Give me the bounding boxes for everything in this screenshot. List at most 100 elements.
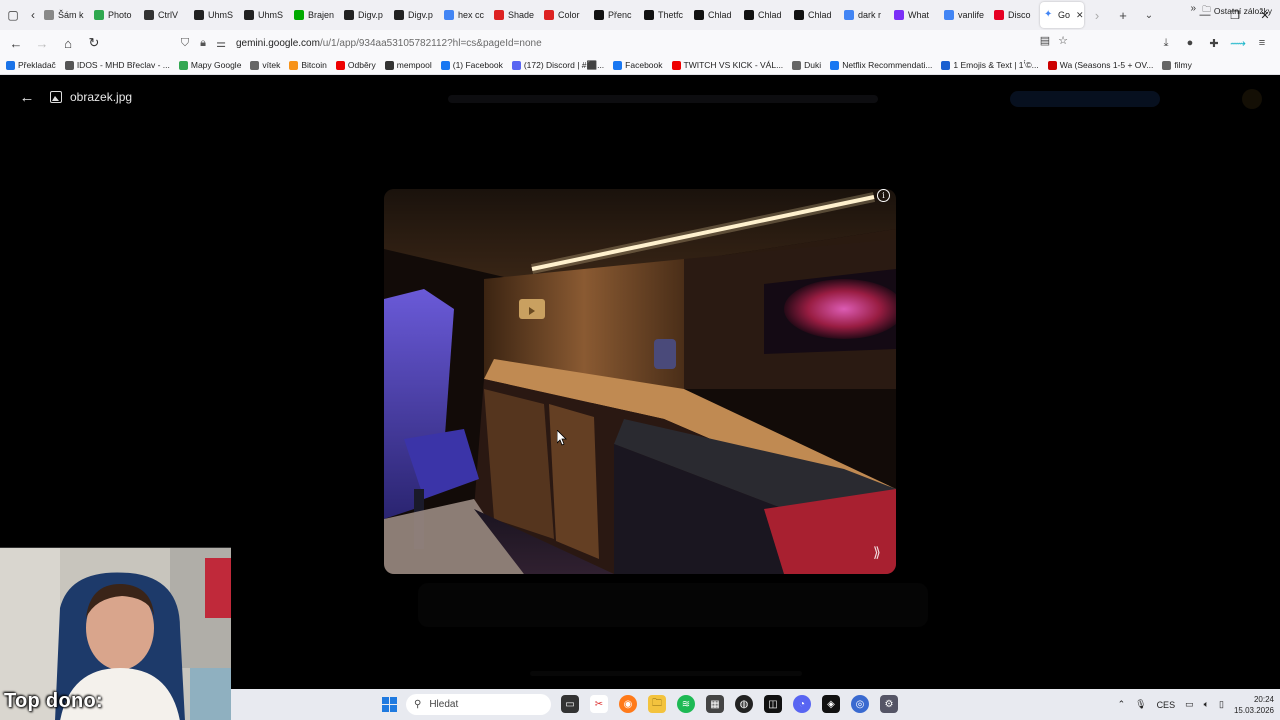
browser-tab[interactable]: Šám k	[40, 2, 90, 28]
snipping-tool-icon[interactable]: ✂	[590, 695, 608, 713]
battery-icon[interactable]: ▯	[1219, 699, 1224, 710]
tab-list-icon[interactable]: ▢	[0, 0, 26, 30]
capcut-icon[interactable]: ◫	[764, 695, 782, 713]
reload-button[interactable]: ↻	[82, 31, 106, 55]
generated-image[interactable]	[384, 189, 896, 574]
browser-tab[interactable]: Brajen	[290, 2, 340, 28]
browser-tab[interactable]: hex cc	[440, 2, 490, 28]
tab-favicon-icon	[844, 10, 854, 20]
browser-tab[interactable]: Disco	[990, 2, 1040, 28]
browser-tab[interactable]: Photo	[90, 2, 140, 28]
bookmark-label: Bitcoin	[301, 60, 327, 70]
tab-label: Šám k	[58, 10, 84, 20]
other-bookmarks-folder[interactable]: 🗀 Ostatní záložky	[1202, 4, 1272, 18]
browser-tab[interactable]: Přenc	[590, 2, 640, 28]
tab-label: Brajen	[308, 10, 335, 20]
tab-label: hex cc	[458, 10, 485, 20]
discord-icon[interactable]: ◔	[793, 695, 811, 713]
tab-list: Šám k Photo CtrlV UhmS UhmS Brajen Digv.p Digv.…	[40, 0, 1040, 30]
bookmark-favicon-icon	[178, 60, 188, 70]
bookmark-item[interactable]: Překladač	[6, 60, 56, 70]
navigation-bar: ← → ⌂ ↻ ⛉ 🔒︎ ⚌ gemini.google.com/u/1/app…	[0, 30, 1280, 56]
url-text[interactable]: gemini.google.com/u/1/app/934aa531057821…	[236, 38, 542, 49]
tab-label: vanlife	[958, 10, 985, 20]
bookmark-item[interactable]: mempool	[384, 60, 432, 70]
lock-icon[interactable]: 🔒︎	[194, 37, 212, 50]
windows-start-icon[interactable]	[382, 697, 397, 712]
bookmarks-overflow-icon[interactable]: »	[1190, 3, 1196, 14]
bookmark-label: (1) Facebook	[452, 60, 503, 70]
scroll-tabs-left-icon[interactable]: ‹	[26, 0, 40, 30]
bookmark-star-icon[interactable]: ☆	[1058, 34, 1068, 47]
browser-tab[interactable]: CtrlV	[140, 2, 190, 28]
taskbar-clock[interactable]: 20:24 15.03.2026	[1234, 694, 1274, 716]
search-icon: ⚲	[414, 699, 422, 710]
home-button[interactable]: ⌂	[56, 31, 80, 55]
forward-button[interactable]: →	[30, 31, 54, 55]
bookmark-item[interactable]: Wa (Seasons 1-5 + OV...	[1047, 60, 1153, 70]
bookmark-item[interactable]: vítek	[250, 60, 280, 70]
account-icon[interactable]: ●	[1178, 32, 1202, 54]
extension-icon[interactable]: ⟿	[1226, 32, 1250, 54]
extensions-icon[interactable]: ✚	[1202, 32, 1226, 54]
calculator-icon[interactable]: ▦	[706, 695, 724, 713]
new-tab-button[interactable]: +	[1110, 0, 1136, 30]
tab-active-gemini[interactable]: ✦ Go ✕	[1040, 2, 1084, 28]
browser-tab[interactable]: Thetfc	[640, 2, 690, 28]
browser-tab[interactable]: UhmS	[240, 2, 290, 28]
info-icon[interactable]: i	[877, 189, 890, 202]
bookmark-item[interactable]: Duki	[792, 60, 821, 70]
menu-icon[interactable]: ≡	[1250, 32, 1274, 54]
address-bar[interactable]: ⛉ 🔒︎ ⚌ gemini.google.com/u/1/app/934aa53…	[176, 32, 1076, 54]
spotify-icon[interactable]: ≋	[677, 695, 695, 713]
browser-tab[interactable]: Shade	[490, 2, 540, 28]
bookmark-item[interactable]: (1) Facebook	[440, 60, 503, 70]
browser-tab[interactable]: Digv.p	[390, 2, 440, 28]
scroll-tabs-right-icon[interactable]: ›	[1084, 0, 1110, 30]
bookmark-item[interactable]: Odběry	[335, 60, 376, 70]
reader-view-icon[interactable]: ▤	[1040, 34, 1050, 47]
settings-icon[interactable]: ⚙	[880, 695, 898, 713]
bookmark-item[interactable]: Mapy Google	[178, 60, 241, 70]
dimmed-disclaimer	[530, 671, 802, 676]
shield-icon[interactable]: ⛉	[176, 37, 194, 50]
vpn-icon[interactable]: ◎	[851, 695, 869, 713]
bookmark-favicon-icon	[830, 60, 840, 70]
bookmark-item[interactable]: Bitcoin	[289, 60, 327, 70]
browser-tab[interactable]: Color	[540, 2, 590, 28]
browser-tab[interactable]: Chlad	[740, 2, 790, 28]
bookmark-item[interactable]: TWITCH VS KICK - VÁL...	[671, 60, 783, 70]
volume-icon[interactable]: 🔈︎	[1204, 699, 1209, 710]
taskbar-search[interactable]: ⚲ Hledat	[406, 694, 551, 715]
browser-tab[interactable]: Chlad	[690, 2, 740, 28]
close-viewer-button[interactable]: ←	[14, 89, 40, 106]
bookmark-item[interactable]: (172) Discord | #⬛...	[511, 60, 604, 71]
bookmark-item[interactable]: Facebook	[613, 60, 663, 70]
browser-tab[interactable]: dark r	[840, 2, 890, 28]
tab-overflow-icon[interactable]: ⌄	[1136, 0, 1162, 30]
obs-icon[interactable]: ◍	[735, 695, 753, 713]
tab-favicon-icon	[394, 10, 404, 20]
firefox-icon[interactable]: ◉	[619, 695, 637, 713]
language-indicator[interactable]: CES	[1157, 700, 1176, 710]
browser-tab[interactable]: What	[890, 2, 940, 28]
site-settings-icon[interactable]: ⚌	[212, 37, 230, 50]
bookmark-item[interactable]: Netflix Recommendati...	[830, 60, 932, 70]
tray-overflow-icon[interactable]: ⌃	[1118, 699, 1126, 710]
browser-tab[interactable]: Digv.p	[340, 2, 390, 28]
tab-favicon-icon	[894, 10, 904, 20]
browser-tab[interactable]: Chlad	[790, 2, 840, 28]
file-explorer-icon[interactable]: 🗀	[648, 695, 666, 713]
downloads-icon[interactable]: ⤓	[1154, 32, 1178, 54]
close-tab-icon[interactable]: ✕	[1076, 10, 1084, 21]
epic-games-icon[interactable]: ◈	[822, 695, 840, 713]
browser-tab[interactable]: vanlife	[940, 2, 990, 28]
network-icon[interactable]: ▭	[1185, 699, 1194, 710]
bookmark-item[interactable]: filmy	[1162, 60, 1192, 70]
back-button[interactable]: ←	[4, 31, 28, 55]
microphone-icon[interactable]: 🎙︎	[1135, 699, 1146, 710]
bookmark-item[interactable]: 1 Emojis & Text | 1’́©...	[941, 60, 1039, 70]
bookmark-item[interactable]: IDOS - MHD Břeclav - ...	[64, 60, 170, 70]
task-view-icon[interactable]: ▭	[561, 695, 579, 713]
browser-tab[interactable]: UhmS	[190, 2, 240, 28]
